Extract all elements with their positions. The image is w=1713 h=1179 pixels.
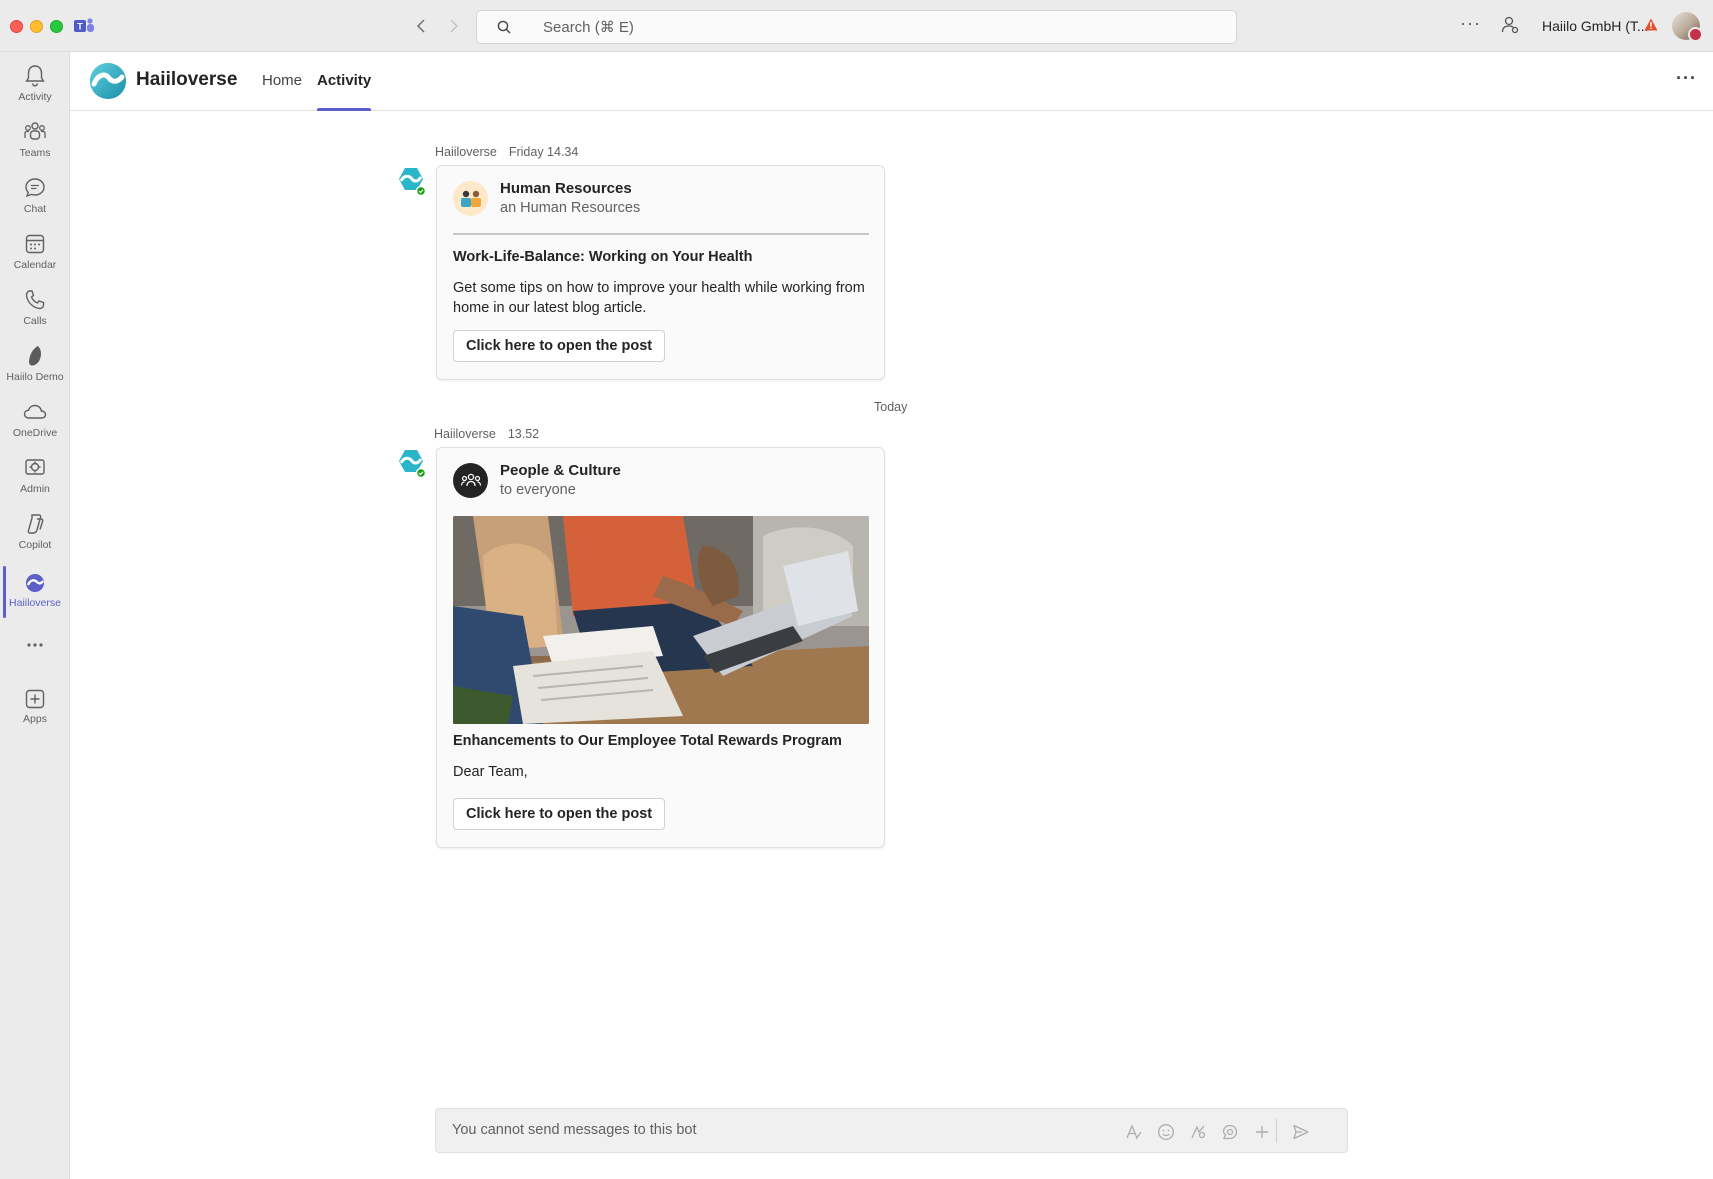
people-group-icon (453, 180, 488, 216)
tab-activity[interactable]: Activity (317, 72, 372, 111)
message-time: 13.52 (507, 427, 540, 441)
user-avatar[interactable] (1672, 12, 1703, 42)
rail-item-label: Activity (18, 91, 52, 103)
app-header: Haiiloverse Home Activity ··· (70, 52, 1713, 111)
sender-audience: to everyone (500, 482, 576, 498)
rail-item-teams[interactable]: Teams (0, 118, 70, 170)
day-separator: Today (874, 400, 908, 414)
more-options-icon[interactable]: ··· (1676, 68, 1697, 89)
post-image[interactable] (453, 516, 869, 724)
post-body: Dear Team, (453, 764, 528, 780)
teams-logo-icon: T (74, 18, 94, 32)
post-title: Work-Life-Balance: Working on Your Healt… (453, 249, 753, 265)
rail-item-haiilo-demo[interactable]: Haiilo Demo (0, 342, 70, 394)
rail-item-label: Apps (23, 713, 47, 725)
warning-icon[interactable] (1644, 18, 1658, 31)
rail-item-label: Haiilo Demo (6, 371, 64, 383)
send-icon[interactable] (1291, 1122, 1311, 1142)
rail-item-label: OneDrive (12, 427, 58, 439)
message-meta: Haiiloverse 13.52 (434, 427, 539, 441)
format-text-icon[interactable] (1124, 1122, 1144, 1142)
cloud-icon (23, 404, 47, 419)
bell-icon (25, 65, 45, 87)
sender-audience: an Human Resources (500, 200, 641, 216)
loop-icon[interactable] (1220, 1122, 1240, 1142)
search-input[interactable]: Search (⌘ E) (476, 10, 1237, 44)
message-time: Friday 14.34 (508, 145, 579, 159)
rail-item-label: Chat (23, 203, 47, 215)
zoom-window-button[interactable] (50, 20, 63, 33)
svg-text:T: T (77, 22, 83, 32)
sender-name: Human Resources (500, 180, 632, 197)
calendar-icon (25, 234, 45, 254)
message-author: Haiiloverse (434, 427, 496, 441)
haiiloverse-icon (26, 574, 44, 592)
rail-item-haiiloverse[interactable]: Haiiloverse (0, 566, 70, 622)
message-card: Human Resources an Human Resources Work-… (436, 165, 885, 380)
rail-item-label: Copilot (18, 539, 52, 551)
admin-icon (25, 459, 45, 475)
copilot-icon (27, 514, 44, 534)
rail-item-label: Calendar (13, 259, 57, 271)
people-settings-icon[interactable] (1500, 15, 1520, 35)
back-button[interactable] (409, 14, 433, 38)
sticker-icon[interactable] (1188, 1122, 1208, 1142)
add-app-icon (25, 689, 45, 709)
card-divider (453, 233, 869, 235)
rail-item-label: Calls (23, 315, 47, 327)
emoji-icon[interactable] (1156, 1122, 1176, 1142)
open-post-button[interactable]: Click here to open the post (453, 330, 666, 362)
rail-item-label: Haiiloverse (9, 597, 61, 609)
app-rail: Activity Teams Chat Calendar Calls Haiil… (0, 52, 70, 1179)
more-horizontal-icon (27, 643, 43, 647)
bot-avatar-icon[interactable] (395, 447, 427, 479)
app-title: Haiiloverse (136, 69, 238, 90)
more-options-icon[interactable]: ··· (1460, 13, 1481, 34)
rail-item-label: Teams (19, 147, 51, 159)
message-card: People & Culture to everyone Enhancement… (436, 447, 885, 848)
people-community-icon (453, 462, 488, 498)
tab-home[interactable]: Home (262, 72, 302, 111)
post-title: Enhancements to Our Employee Total Rewar… (453, 733, 842, 749)
haiiloverse-logo-icon (90, 63, 126, 99)
open-post-button[interactable]: Click here to open the post (453, 798, 666, 830)
minimize-window-button[interactable] (30, 20, 43, 33)
message-author: Haiiloverse (435, 145, 497, 159)
search-icon (497, 20, 537, 34)
teams-icon (24, 122, 46, 140)
plus-icon[interactable] (1252, 1122, 1272, 1142)
close-window-button[interactable] (10, 20, 23, 33)
rail-item-apps[interactable]: Apps (0, 686, 70, 738)
sender-name: People & Culture (500, 462, 621, 479)
title-bar: T Search (⌘ E) ··· Haiilo GmbH (T... (0, 0, 1713, 52)
forward-button[interactable] (442, 14, 466, 38)
card-sender: Human Resources an Human Resources (453, 180, 640, 216)
message-meta: Haiiloverse Friday 14.34 (435, 145, 578, 159)
phone-icon (25, 290, 45, 310)
post-body: Get some tips on how to improve your hea… (453, 280, 865, 316)
compose-placeholder: You cannot send messages to this bot (452, 1122, 697, 1138)
card-sender: People & Culture to everyone (453, 462, 621, 498)
chevron-right-icon (450, 19, 459, 33)
rail-item-onedrive[interactable]: OneDrive (0, 398, 70, 450)
rail-item-activity[interactable]: Activity (0, 62, 70, 114)
rail-item-calls[interactable]: Calls (0, 286, 70, 338)
rail-item-chat[interactable]: Chat (0, 174, 70, 226)
compose-divider (1276, 1119, 1277, 1143)
rail-item-label: Admin (20, 483, 50, 495)
more-apps-button[interactable] (0, 640, 70, 660)
rail-item-calendar[interactable]: Calendar (0, 230, 70, 282)
bot-avatar-icon[interactable] (395, 165, 427, 197)
main-pane: Haiiloverse Home Activity ··· Haiilovers… (70, 52, 1713, 1179)
message-compose-box[interactable]: You cannot send messages to this bot (435, 1108, 1348, 1153)
org-name[interactable]: Haiilo GmbH (T... (1542, 18, 1649, 34)
chevron-left-icon (416, 19, 425, 33)
haiilo-demo-icon (29, 346, 42, 366)
search-placeholder: Search (⌘ E) (543, 19, 634, 36)
rail-item-admin[interactable]: Admin (0, 454, 70, 506)
rail-item-copilot[interactable]: Copilot (0, 510, 70, 562)
chat-icon (25, 178, 45, 198)
